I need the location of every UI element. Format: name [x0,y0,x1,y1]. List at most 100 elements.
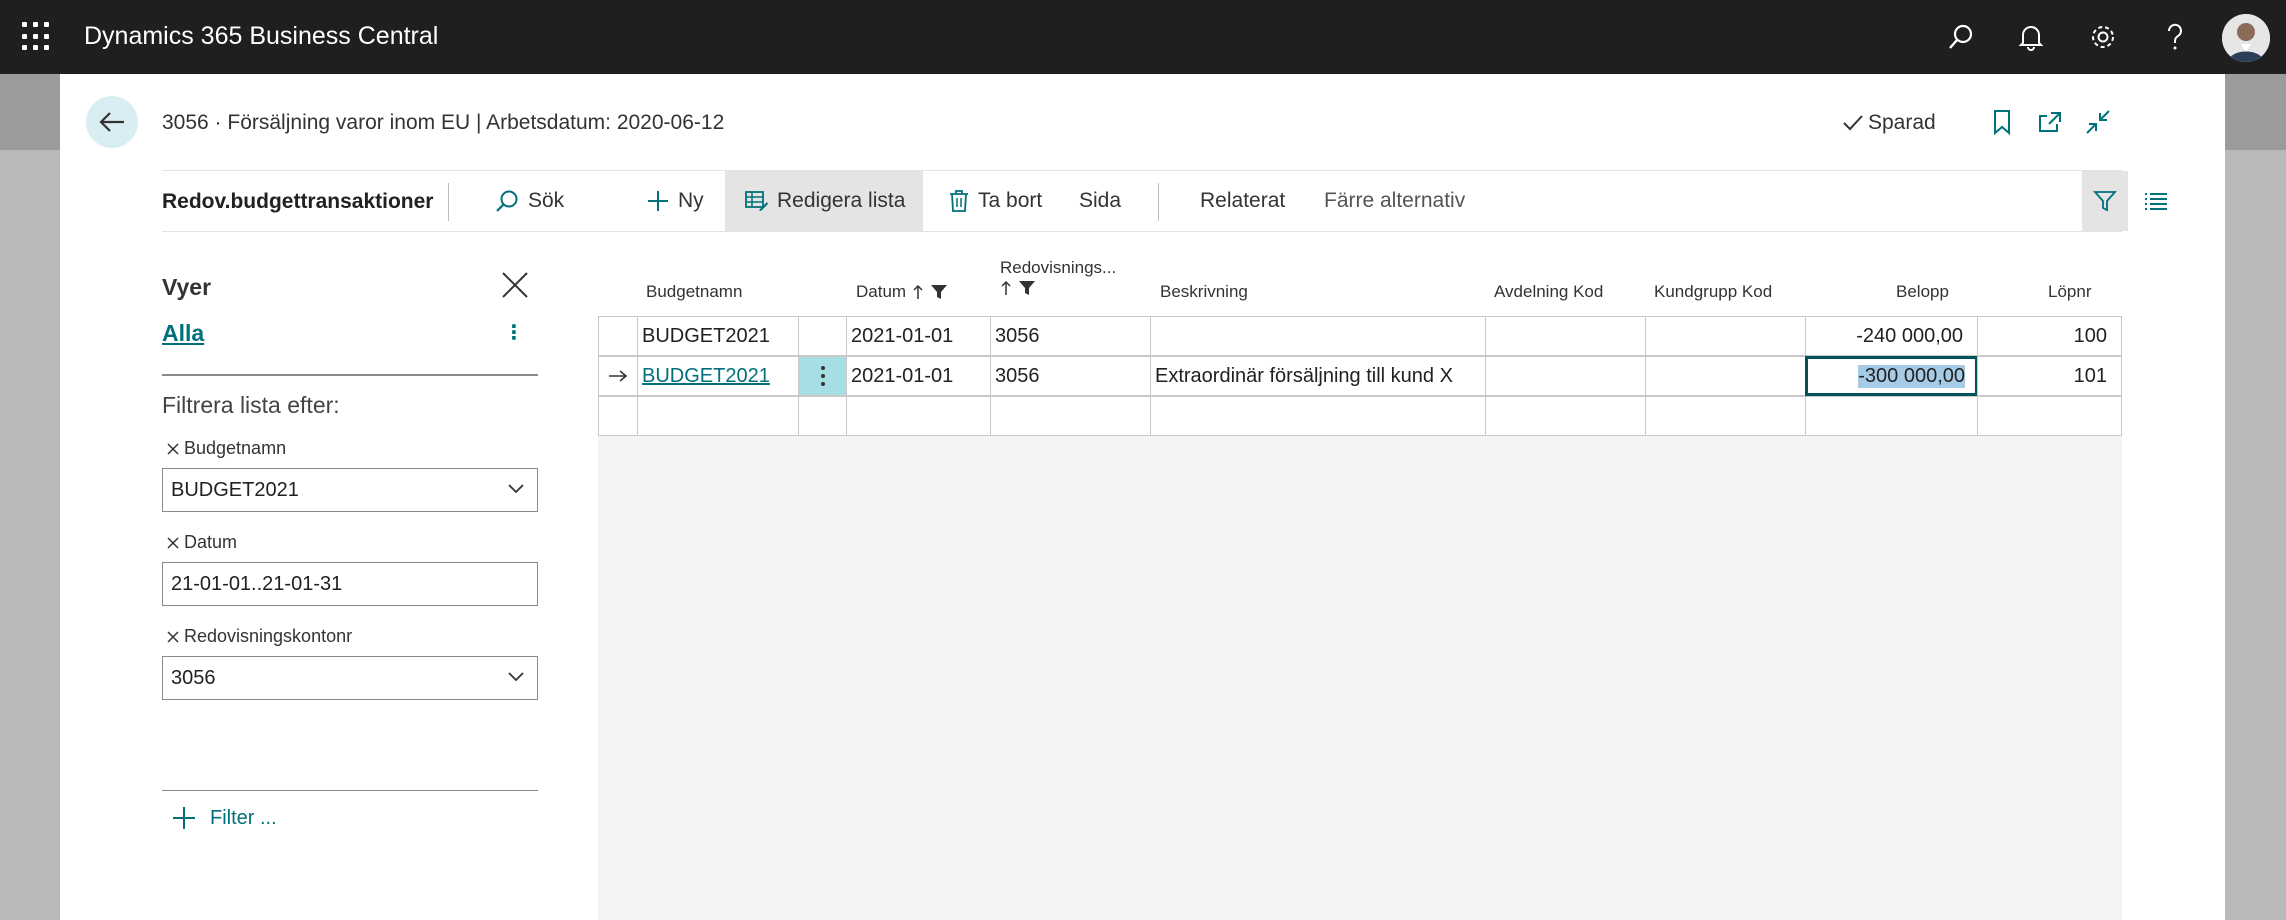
app-title: Dynamics 365 Business Central [84,22,439,50]
amount-selected-text: -300 000,00 [1858,364,1965,388]
new-button[interactable]: Ny [640,171,710,231]
column-header-budget[interactable]: Budgetnamn [646,282,742,302]
fewer-options-button[interactable]: Färre alternativ [1318,171,1471,231]
search-button[interactable]: Sök [488,171,570,231]
plus-icon [173,807,195,829]
cell-customer-group[interactable] [1645,356,1806,396]
cell-date[interactable]: 2021-01-01 [846,316,991,356]
search-icon [496,190,518,212]
cell-description[interactable] [1150,316,1486,356]
cell-description[interactable]: Extraordinär försäljning till kund X [1150,356,1486,396]
column-header-date[interactable]: Datum [856,282,948,302]
app-launcher-icon[interactable] [22,22,52,52]
column-header-amount[interactable]: Belopp [1896,282,1949,302]
divider [448,183,449,221]
filter-date-input[interactable]: 21-01-01..21-01-31 [162,562,538,606]
edit-list-label: Redigera lista [777,189,906,212]
divider [1158,183,1159,221]
gear-icon[interactable] [2084,18,2122,56]
list-view-toggle[interactable] [2140,185,2172,217]
trash-icon [950,190,968,212]
cell-department[interactable] [1485,356,1646,396]
budget-link[interactable]: BUDGET2021 [642,365,770,388]
list-icon [2145,193,2167,210]
back-button[interactable] [86,96,138,148]
close-filter-pane-button[interactable] [500,270,532,302]
filter-label-budget: Budgetnamn [166,438,286,459]
row-menu-cell[interactable] [798,396,847,436]
filter-label-date: Datum [166,532,237,553]
collapse-icon[interactable] [2082,106,2114,138]
remove-filter-icon[interactable] [166,442,180,456]
cell-budget[interactable]: BUDGET2021 [637,316,799,356]
saved-label: Sparad [1868,111,1936,134]
divider [162,790,538,791]
table-row[interactable]: BUDGET2021 2021-01-01 3056 -240 000,00 1… [598,316,2122,356]
list-page-dialog: 3056 · Försäljning varor inom EU | Arbet… [60,74,2225,920]
column-header-account[interactable]: Redovisnings... [1000,258,1116,296]
cell-customer-group[interactable] [1645,396,1806,436]
column-header-customer-group[interactable]: Kundgrupp Kod [1654,282,1772,302]
cell-amount[interactable]: -240 000,00 [1805,316,1978,356]
page-title: 3056 · Försäljning varor inom EU | Arbet… [162,111,725,134]
action-bar: Redov.budgettransaktioner Sök Ny Rediger… [162,170,2167,232]
bookmark-icon[interactable] [1986,106,2018,138]
remove-filter-icon[interactable] [166,536,180,550]
cell-entry-no[interactable] [1977,396,2122,436]
cell-account[interactable] [990,396,1151,436]
page-menu-button[interactable]: Sida [1073,171,1127,231]
cell-entry-no[interactable]: 101 [1977,356,2122,396]
filter-heading: Filtrera lista efter: [162,392,340,418]
cell-account[interactable]: 3056 [990,316,1151,356]
add-filter-button[interactable]: Filter ... [172,806,277,830]
filter-label-account: Redovisningskontonr [166,626,352,647]
cell-budget[interactable]: BUDGET2021 [637,356,799,396]
sort-ascending-icon [1001,280,1011,295]
checkmark-icon [1843,115,1863,131]
delete-button[interactable]: Ta bort [942,171,1048,231]
cell-date[interactable]: 2021-01-01 [846,356,991,396]
cell-department[interactable] [1485,316,1646,356]
row-indicator [598,316,638,356]
cell-budget[interactable] [637,396,799,436]
related-menu-button[interactable]: Relaterat [1194,171,1291,231]
delete-label: Ta bort [978,189,1043,212]
search-label: Sök [528,189,565,212]
view-more-options-icon[interactable]: ⋮ [504,320,524,345]
cell-department[interactable] [1485,396,1646,436]
remove-filter-icon[interactable] [166,630,180,644]
cell-customer-group[interactable] [1645,316,1806,356]
cell-amount[interactable] [1805,396,1978,436]
filter-icon [2093,191,2117,212]
cell-description[interactable] [1150,396,1486,436]
filter-icon [1019,281,1035,295]
column-header-description[interactable]: Beskrivning [1160,282,1248,302]
cell-account[interactable]: 3056 [990,356,1151,396]
cell-date[interactable] [846,396,991,436]
saved-status: Sparad [1842,111,1936,135]
row-menu-button[interactable] [798,356,847,396]
cell-amount-editing[interactable]: -300 000,00 [1805,356,1978,396]
column-header-department[interactable]: Avdelning Kod [1494,282,1603,302]
bell-icon[interactable] [2012,18,2050,56]
open-new-window-icon[interactable] [2034,106,2066,138]
filter-account-select[interactable]: 3056 [162,656,538,700]
close-icon [502,272,528,298]
arrow-right-icon [609,370,628,382]
edit-list-button[interactable]: Redigera lista [725,171,923,231]
table-row-new[interactable] [598,396,2122,436]
filter-budget-select[interactable]: BUDGET2021 [162,468,538,512]
column-header-entry-no[interactable]: Löpnr [2048,282,2091,302]
row-menu-cell[interactable] [798,316,847,356]
row-indicator [598,396,638,436]
cell-entry-no[interactable]: 100 [1977,316,2122,356]
help-icon[interactable] [2156,18,2194,56]
row-indicator [598,356,638,396]
view-all-link[interactable]: Alla [162,320,204,347]
plus-icon [648,191,668,211]
sort-ascending-icon [913,284,923,299]
avatar[interactable] [2222,14,2270,62]
table-row-active[interactable]: BUDGET2021 2021-01-01 3056 Extraordinär … [598,356,2122,396]
filter-pane-toggle[interactable] [2082,171,2128,231]
search-icon[interactable] [1942,18,1980,56]
